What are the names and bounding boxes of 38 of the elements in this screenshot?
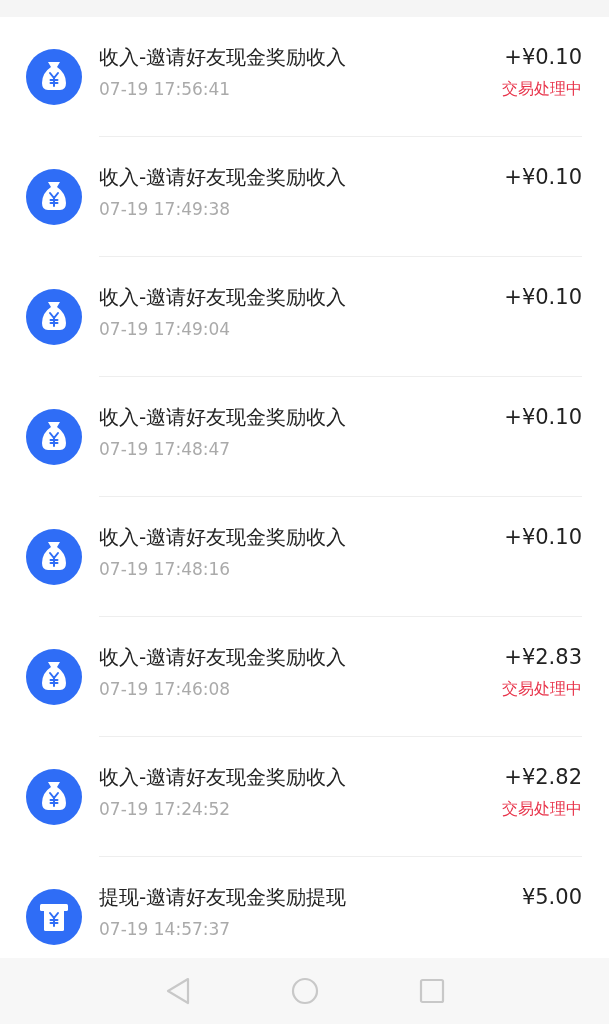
- money-bag-icon: [26, 649, 82, 705]
- money-bag-icon: [26, 529, 82, 585]
- transaction-time: 07-19 17:48:47: [99, 438, 232, 461]
- transaction-title: 收入-邀请好友现金奖励收入: [99, 284, 348, 311]
- transaction-time: 07-19 17:24:52: [99, 798, 232, 821]
- money-bag-icon: [26, 289, 82, 345]
- recents-icon[interactable]: [418, 978, 445, 1004]
- status-label: 交易处理中: [502, 78, 582, 100]
- transaction-time: 07-19 17:48:16: [99, 558, 232, 581]
- money-bag-icon: [26, 409, 82, 465]
- transaction-time: 07-19 14:57:37: [99, 918, 232, 941]
- money-bag-icon: [26, 769, 82, 825]
- transaction-title: 收入-邀请好友现金奖励收入: [99, 764, 348, 791]
- transaction-time: 07-19 17:49:38: [99, 198, 232, 221]
- transaction-amount: +¥2.83: [504, 644, 582, 671]
- transaction-amount: +¥0.10: [504, 404, 582, 431]
- transaction-amount: +¥0.10: [504, 44, 582, 71]
- transaction-time: 07-19 17:46:08: [99, 678, 232, 701]
- transaction-title: 收入-邀请好友现金奖励收入: [99, 404, 348, 431]
- transaction-time: 07-19 17:56:41: [99, 78, 232, 101]
- transaction-title: 收入-邀请好友现金奖励收入: [99, 44, 348, 71]
- atm-cash-icon: [26, 889, 82, 945]
- money-bag-icon: [26, 169, 82, 225]
- transaction-amount: +¥0.10: [504, 524, 582, 551]
- status-label: 交易处理中: [502, 798, 582, 820]
- transaction-amount: +¥2.82: [504, 764, 582, 791]
- transaction-title: 提现-邀请好友现金奖励提现: [99, 884, 348, 911]
- status-label: 交易处理中: [502, 678, 582, 700]
- transaction-amount: +¥0.10: [504, 164, 582, 191]
- transaction-time: 07-19 17:49:04: [99, 318, 232, 341]
- transaction-title: 收入-邀请好友现金奖励收入: [99, 164, 348, 191]
- transaction-amount: ¥5.00: [521, 884, 582, 911]
- home-icon[interactable]: [290, 977, 319, 1005]
- transaction-title: 收入-邀请好友现金奖励收入: [99, 524, 348, 551]
- money-bag-icon: [26, 49, 82, 105]
- transaction-title: 收入-邀请好友现金奖励收入: [99, 644, 348, 671]
- back-icon[interactable]: [164, 977, 191, 1005]
- transaction-amount: +¥0.10: [504, 284, 582, 311]
